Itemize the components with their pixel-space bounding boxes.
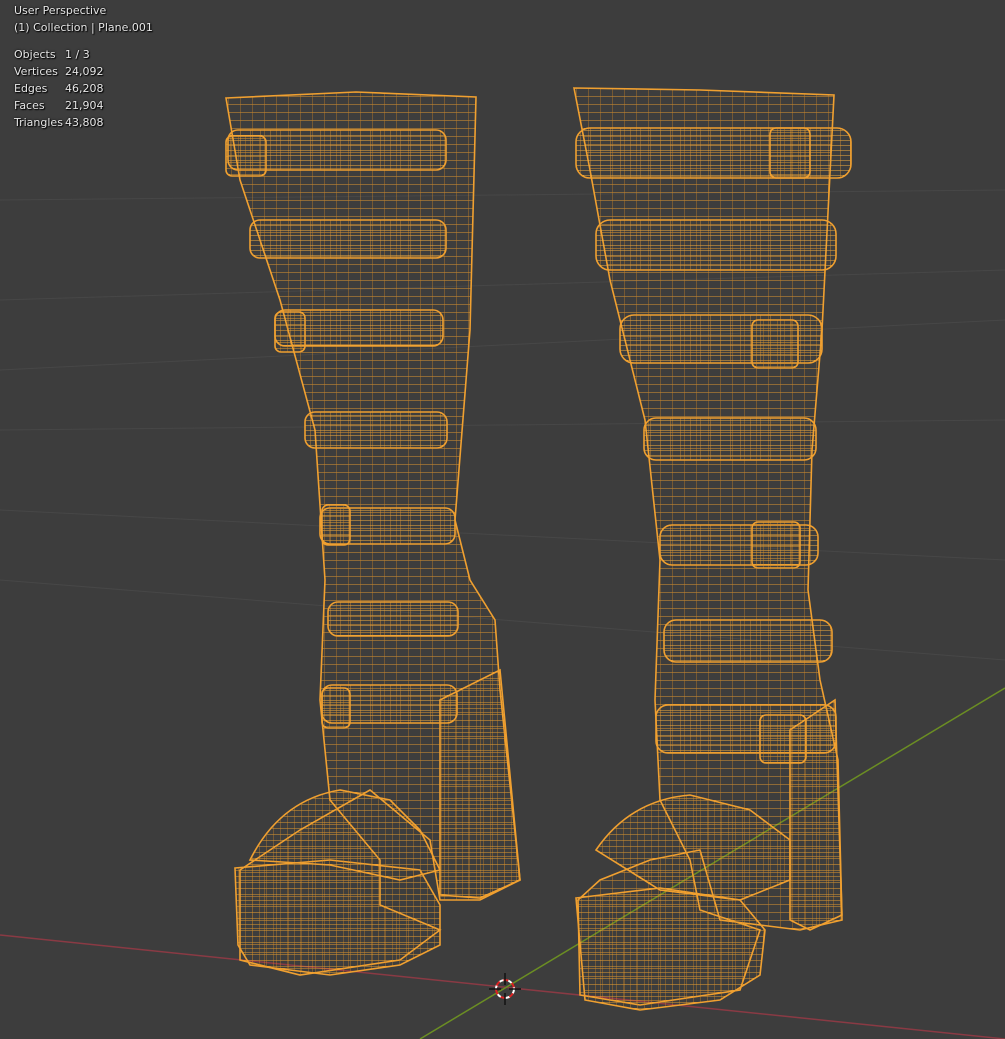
stat-row-vertices: Vertices 24,092 bbox=[14, 63, 153, 80]
stat-row-objects: Objects 1 / 3 bbox=[14, 46, 153, 63]
stat-value: 1 / 3 bbox=[65, 48, 90, 61]
stat-value: 46,208 bbox=[65, 82, 104, 95]
stat-label: Edges bbox=[14, 82, 48, 95]
stat-row-triangles: Triangles 43,808 bbox=[14, 114, 153, 131]
scene-statistics: Objects 1 / 3 Vertices 24,092 Edges 46,2… bbox=[14, 46, 153, 131]
viewport-scene bbox=[0, 87, 1005, 1039]
x-axis-line bbox=[0, 934, 1005, 1039]
3d-viewport[interactable]: User Perspective (1) Collection | Plane.… bbox=[0, 0, 1005, 1039]
view-name: User Perspective bbox=[14, 4, 107, 17]
stat-label: Vertices bbox=[14, 65, 58, 78]
collection-info: (1) Collection | Plane.001 bbox=[14, 21, 153, 34]
right-boot-wireframe bbox=[573, 87, 852, 1011]
stat-label: Objects bbox=[14, 48, 56, 61]
stat-value: 21,904 bbox=[65, 99, 104, 112]
stat-row-faces: Faces 21,904 bbox=[14, 97, 153, 114]
stat-value: 43,808 bbox=[65, 116, 104, 129]
stat-value: 24,092 bbox=[65, 65, 104, 78]
3d-cursor-icon bbox=[489, 973, 521, 1005]
stat-label: Triangles bbox=[14, 116, 63, 129]
stat-label: Faces bbox=[14, 99, 45, 112]
viewport-info-overlay: User Perspective (1) Collection | Plane.… bbox=[14, 2, 153, 131]
viewport-grid bbox=[0, 189, 1005, 661]
stat-row-edges: Edges 46,208 bbox=[14, 80, 153, 97]
